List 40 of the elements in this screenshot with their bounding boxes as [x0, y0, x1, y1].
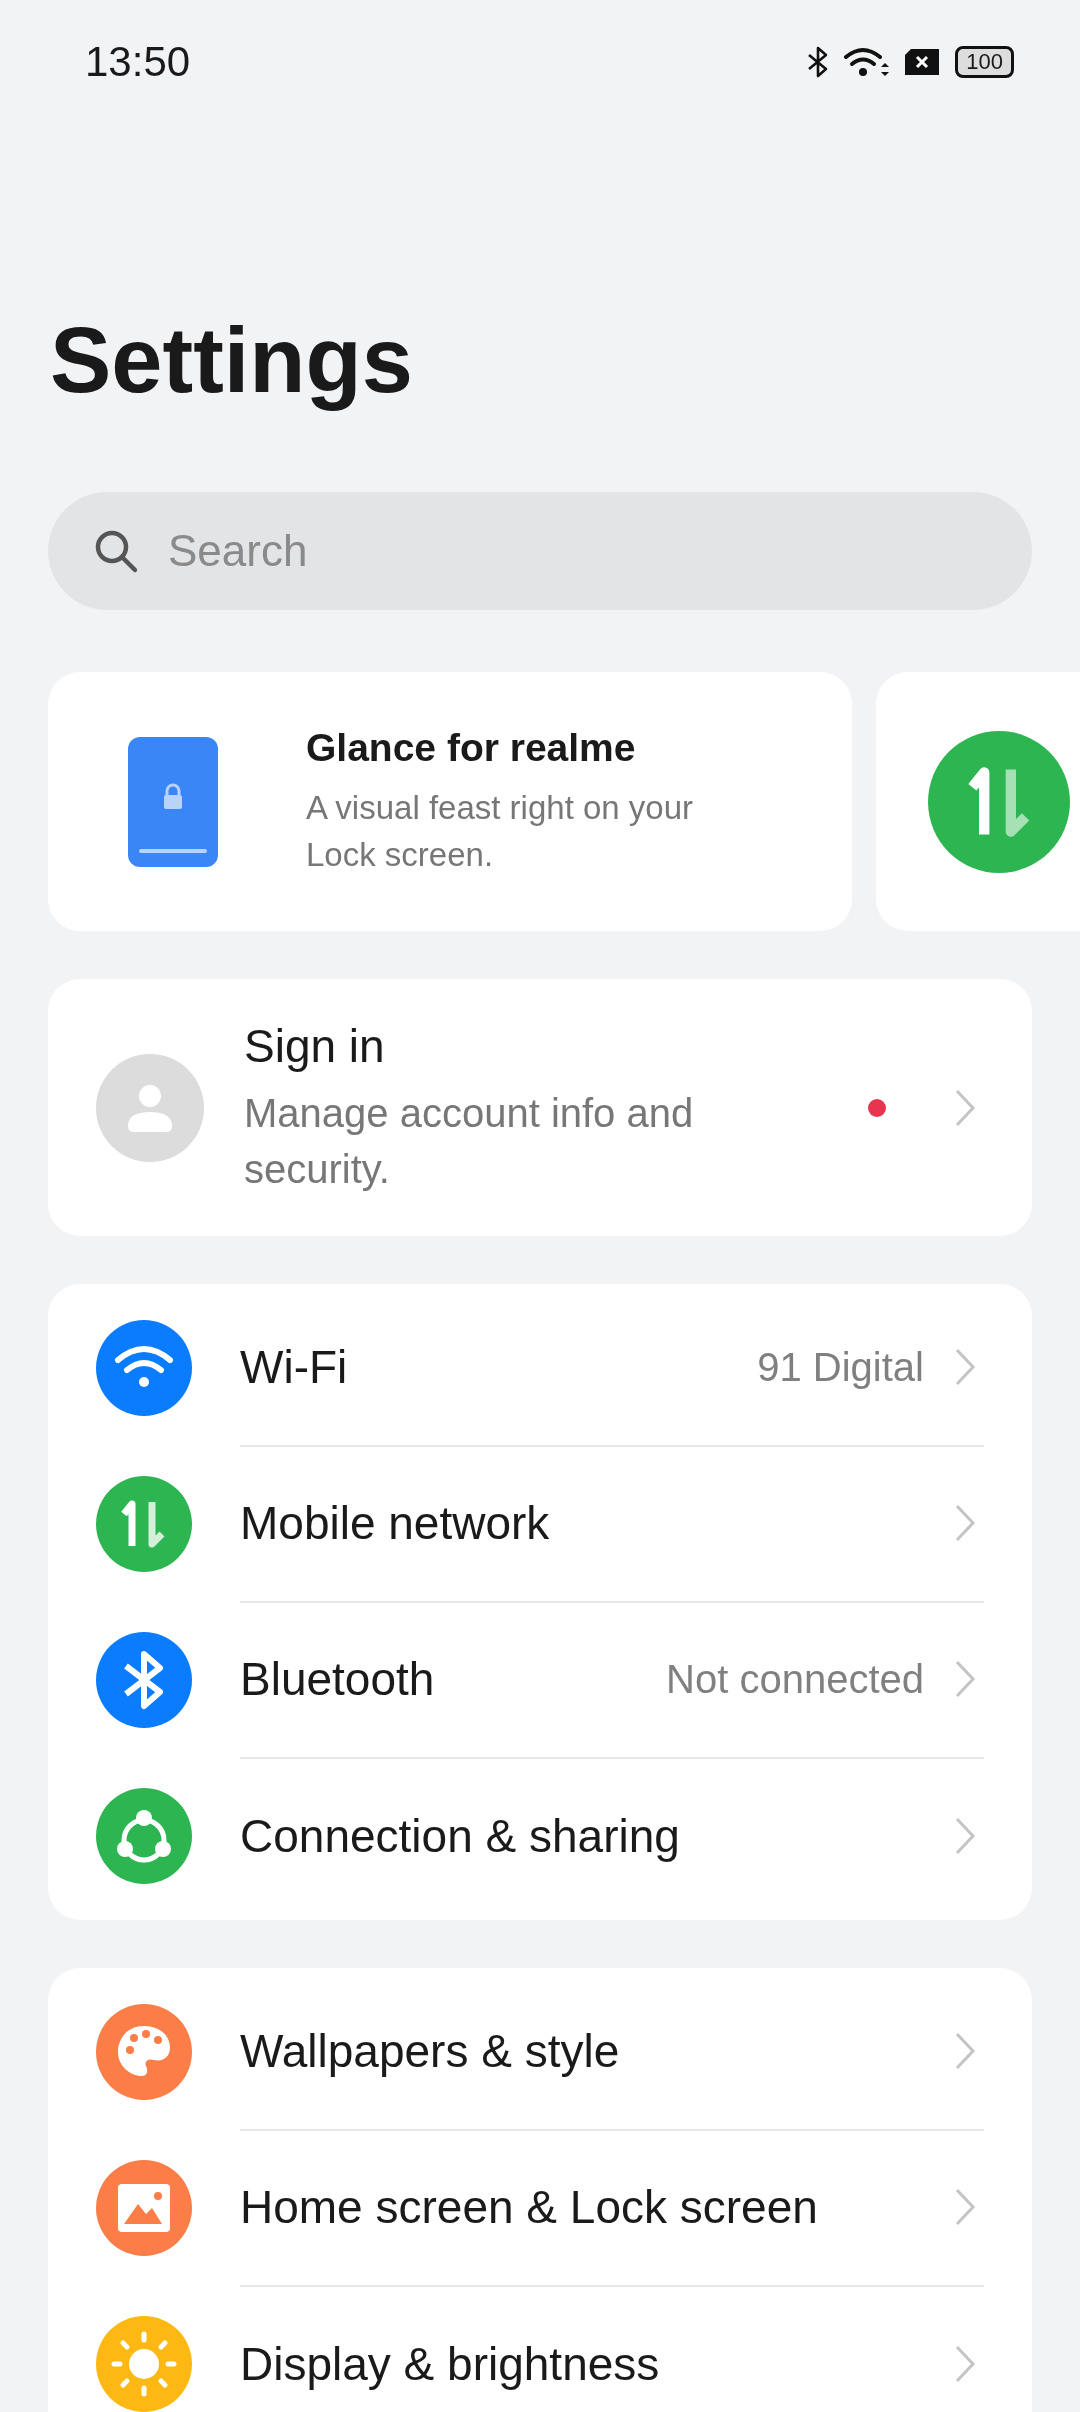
settings-row[interactable]: Connection & sharing — [48, 1758, 1032, 1914]
setting-label: Display & brightness — [240, 2337, 661, 2391]
bluetooth-status-icon — [807, 45, 830, 79]
avatar-icon — [96, 1053, 204, 1162]
setting-label: Mobile network — [240, 1496, 551, 1550]
battery-indicator: 100 — [955, 46, 1014, 78]
status-time: 13:50 — [85, 38, 191, 86]
promo-card[interactable]: Glance for realme A visual feast right on your Lock screen. — [48, 672, 852, 931]
setting-label: Wallpapers & style — [240, 2024, 621, 2078]
account-card[interactable]: Sign in Manage account info and security. — [48, 979, 1032, 1236]
chevron-icon — [954, 1347, 976, 1387]
chevron-icon — [954, 1087, 976, 1128]
setting-label: Bluetooth — [240, 1652, 436, 1706]
settings-row[interactable]: Mobile network — [48, 1446, 1032, 1602]
setting-value: 91 Digital — [757, 1344, 924, 1390]
sim-error-icon — [903, 47, 942, 77]
setting-label: Wi-Fi — [240, 1340, 349, 1394]
settings-row[interactable]: Bluetooth Not connected — [48, 1602, 1032, 1758]
chevron-icon — [954, 2344, 976, 2384]
settings-row[interactable]: Home screen & Lock screen — [48, 2130, 1032, 2286]
chevron-icon — [954, 2031, 976, 2071]
setting-label: Connection & sharing — [240, 1809, 681, 1863]
wifi-status-icon — [843, 45, 890, 79]
account-title: Sign in — [244, 1018, 386, 1073]
arrows-icon — [928, 730, 1070, 873]
page-title: Settings — [50, 314, 414, 413]
chevron-icon — [954, 1503, 976, 1543]
phone-lock-icon — [128, 736, 218, 867]
chevron-icon — [954, 1659, 976, 1699]
setting-label: Home screen & Lock screen — [240, 2180, 819, 2234]
promo-title: Glance for realme — [306, 725, 637, 770]
settings-row[interactable]: Wallpapers & style — [48, 1974, 1032, 2130]
settings-row[interactable]: Wi-Fi 91 Digital — [48, 1290, 1032, 1446]
settings-row[interactable]: Display & brightness — [48, 2286, 1032, 2412]
setting-value: Not connected — [666, 1656, 924, 1702]
search-field[interactable]: Search — [48, 492, 1032, 610]
chevron-icon — [954, 2187, 976, 2227]
promo-description: A visual feast right on your Lock screen. — [306, 787, 695, 875]
account-subtitle: Manage account info and security. — [244, 1089, 695, 1193]
chevron-icon — [954, 1816, 976, 1856]
